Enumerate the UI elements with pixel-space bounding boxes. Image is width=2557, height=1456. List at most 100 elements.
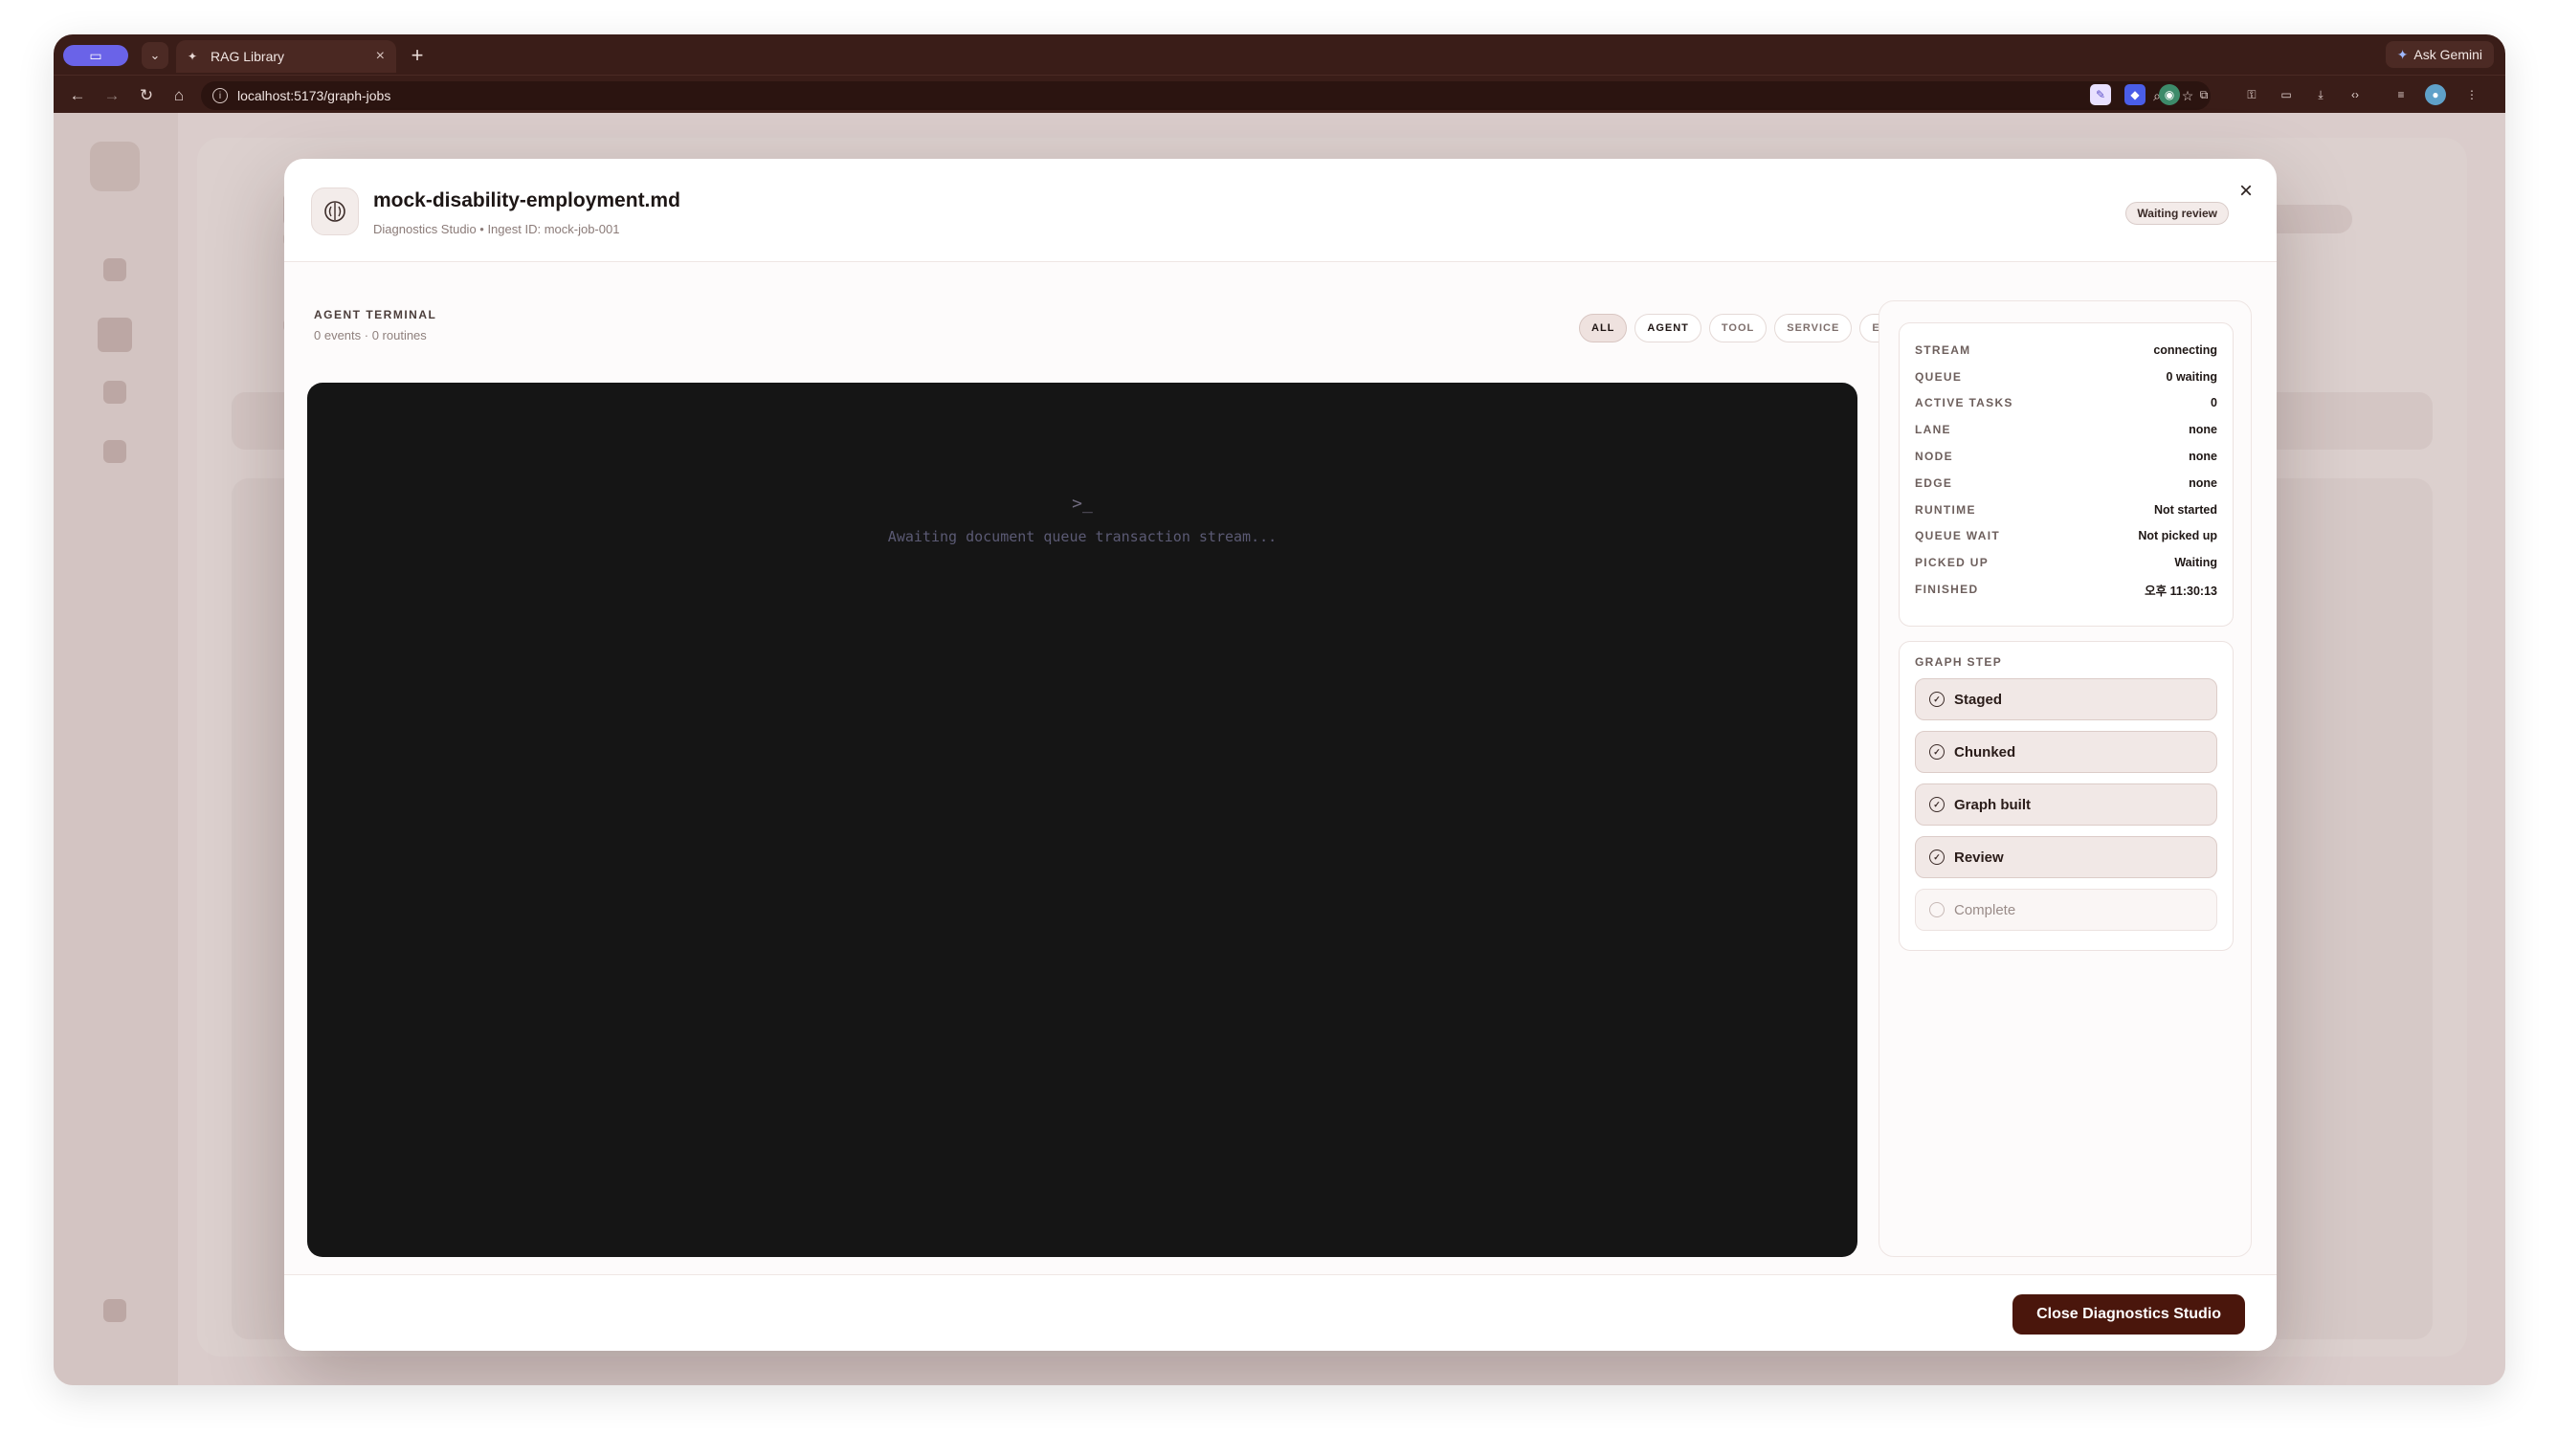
modal-subtitle: Diagnostics Studio • Ingest ID: mock-job… (373, 222, 620, 236)
step-chunked: ✓ Chunked (1915, 731, 2217, 773)
stat-row-finished: FINISHED 오후 11:30:13 (1915, 576, 2217, 603)
status-badge: Waiting review (2125, 202, 2229, 225)
stat-value: Waiting (2174, 556, 2217, 570)
close-diagnostics-button[interactable]: Close Diagnostics Studio (2012, 1294, 2245, 1335)
browser-tab[interactable]: ✦ RAG Library × (176, 40, 396, 73)
forward-button[interactable]: → (100, 83, 124, 108)
tab-close-icon[interactable]: × (376, 48, 385, 65)
job-side-panel: STREAM connecting QUEUE 0 waiting ACTIVE T… (1879, 300, 2252, 1257)
sparkle-icon: ✦ (2396, 46, 2409, 62)
stat-row-picked-up: PICKED UP Waiting (1915, 549, 2217, 576)
stat-value: none (2189, 475, 2217, 490)
brain-icon (311, 188, 359, 235)
stat-value: Not started (2154, 502, 2217, 517)
check-circle-icon: ✓ (1929, 849, 1945, 865)
stat-label: STREAM (1915, 342, 1971, 357)
check-circle-icon: ✓ (1929, 692, 1945, 707)
stat-value: none (2189, 450, 2217, 464)
step-label: Complete (1954, 901, 2016, 918)
download-icon[interactable]: ⤓ (2310, 84, 2331, 105)
stat-label: NODE (1915, 450, 1953, 464)
address-bar[interactable]: i localhost:5173/graph-jobs ⌕ ☆ (201, 81, 2211, 110)
extensions-puzzle-icon[interactable]: ⧉ (2193, 84, 2214, 105)
stat-label: QUEUE WAIT (1915, 529, 2001, 543)
extension-shield-icon[interactable]: ◆ (2124, 84, 2146, 105)
more-menu-icon[interactable]: ⋮ (2461, 84, 2482, 105)
modal-title: mock-disability-employment.md (373, 189, 680, 211)
window-icon: ▭ (89, 47, 102, 63)
stat-row-runtime: RUNTIME Not started (1915, 496, 2217, 523)
modal-header: mock-disability-employment.md Diagnostic… (284, 159, 2277, 262)
stat-value: 0 waiting (2166, 369, 2217, 384)
graph-steps-card: GRAPH STEP ✓ Staged ✓ Chunked ✓ Graph built… (1899, 641, 2234, 951)
ask-gemini-button[interactable]: ✦ Ask Gemini (2385, 41, 2494, 68)
payment-card-icon[interactable]: ▭ (2276, 84, 2297, 105)
stat-label: QUEUE (1915, 369, 1963, 384)
step-graph-built: ✓ Graph built (1915, 783, 2217, 826)
stat-value: 오후 11:30:13 (2145, 584, 2217, 598)
terminal-summary: 0 events · 0 routines (314, 328, 427, 342)
tab-favicon-icon: ✦ (188, 50, 198, 63)
terminal-prompt-icon: >_ (1072, 494, 1093, 514)
step-staged: ✓ Staged (1915, 678, 2217, 720)
stat-label: FINISHED (1915, 583, 1979, 597)
chevron-down-icon: ⌄ (149, 48, 161, 62)
home-button[interactable]: ⌂ (167, 83, 191, 108)
close-icon[interactable]: × (2233, 178, 2259, 205)
job-stats-card: STREAM connecting QUEUE 0 waiting ACTIVE T… (1899, 322, 2234, 627)
new-tab-button[interactable]: + (404, 42, 431, 69)
devtools-code-icon[interactable]: ‹› (2345, 84, 2366, 105)
filter-all[interactable]: ALL (1579, 314, 1628, 342)
stat-value: Not picked up (2138, 529, 2217, 543)
back-button[interactable]: ← (65, 83, 90, 108)
tab-title: RAG Library (211, 49, 285, 64)
terminal-title: AGENT TERMINAL (314, 308, 437, 321)
step-label: Chunked (1954, 743, 2016, 761)
tab-bar: ▭ ⌄ ✦ RAG Library × + ✦ Ask Gemini (54, 34, 2505, 75)
stat-label: PICKED UP (1915, 556, 1990, 570)
stat-value: connecting (2153, 342, 2217, 357)
graph-steps-title: GRAPH STEP (1915, 655, 2003, 669)
modal-body: AGENT TERMINAL 0 events · 0 routines ALL… (284, 262, 2277, 1274)
tab-search-button[interactable]: ⌄ (142, 42, 168, 69)
reading-list-icon[interactable]: ≡ (2390, 84, 2412, 105)
url-text: localhost:5173/graph-jobs (237, 88, 391, 103)
stat-row-lane: LANE none (1915, 416, 2217, 443)
filter-service[interactable]: SERVICE (1774, 314, 1853, 342)
stat-label: LANE (1915, 423, 1951, 437)
filter-agent[interactable]: AGENT (1634, 314, 1701, 342)
terminal-empty-message: Awaiting document queue transaction stre… (887, 528, 1278, 545)
modal-footer: Close Diagnostics Studio (284, 1274, 2277, 1351)
stat-row-edge: EDGE none (1915, 470, 2217, 496)
stat-label: EDGE (1915, 475, 1953, 490)
password-key-icon[interactable]: ⚿ (2241, 84, 2262, 105)
site-info-icon[interactable]: i (212, 88, 228, 103)
agent-terminal[interactable]: >_ Awaiting document queue transaction s… (307, 383, 1857, 1257)
browser-toolbar: ← → ↻ ⌂ i localhost:5173/graph-jobs ⌕ ☆ … (54, 75, 2505, 113)
terminal-filters: ALL AGENT TOOL SERVICE ERROR (1579, 314, 1928, 342)
step-label: Review (1954, 849, 2004, 866)
filter-tool[interactable]: TOOL (1708, 314, 1768, 342)
browser-window: ▭ ⌄ ✦ RAG Library × + ✦ Ask Gemini ← → ↻… (54, 34, 2505, 1385)
stat-value: none (2189, 423, 2217, 437)
step-complete: ✓ Complete (1915, 889, 2217, 931)
stat-row-active-tasks: ACTIVE TASKS 0 (1915, 390, 2217, 417)
step-label: Graph built (1954, 796, 2031, 813)
extension-pen-icon[interactable]: ✎ (2090, 84, 2111, 105)
check-circle-icon: ✓ (1929, 744, 1945, 760)
stat-label: ACTIVE TASKS (1915, 396, 2013, 410)
step-review: ✓ Review (1915, 836, 2217, 878)
profile-pill[interactable]: ▭ (63, 45, 128, 66)
diagnostics-modal: mock-disability-employment.md Diagnostic… (284, 159, 2277, 1351)
ask-gemini-label: Ask Gemini (2413, 47, 2482, 62)
extension-circle-icon[interactable]: ◉ (2159, 84, 2180, 105)
stat-row-queue-wait: QUEUE WAIT Not picked up (1915, 523, 2217, 550)
empty-circle-icon: ✓ (1929, 902, 1945, 917)
stat-row-node: NODE none (1915, 443, 2217, 470)
profile-avatar-icon[interactable]: ● (2425, 84, 2446, 105)
stat-row-stream: STREAM connecting (1915, 337, 2217, 364)
check-circle-icon: ✓ (1929, 797, 1945, 812)
step-label: Staged (1954, 691, 2003, 708)
stat-row-queue: QUEUE 0 waiting (1915, 364, 2217, 390)
reload-button[interactable]: ↻ (134, 83, 159, 108)
